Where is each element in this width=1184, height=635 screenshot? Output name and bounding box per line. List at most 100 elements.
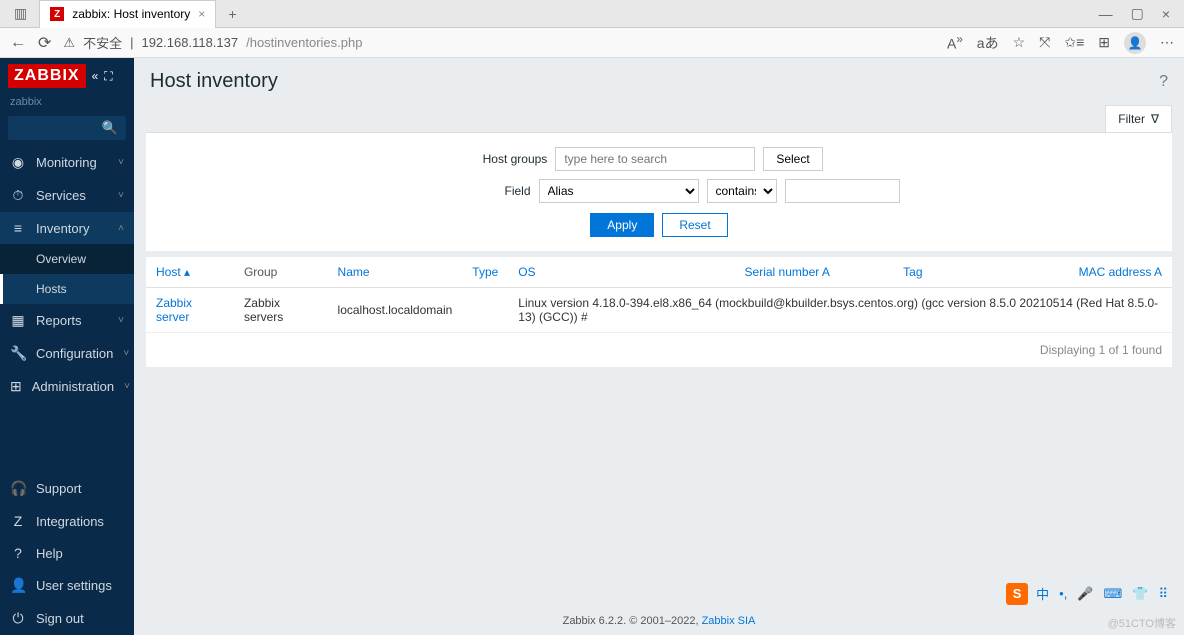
- sidebar-subitem-overview[interactable]: Overview: [0, 244, 134, 274]
- sidebar-item-label: Configuration: [36, 346, 113, 361]
- breadcrumb[interactable]: zabbix: [0, 94, 134, 110]
- filter-toggle[interactable]: Filter ∇: [1105, 105, 1172, 132]
- sidebar-item-label: Inventory: [36, 221, 89, 236]
- apply-button[interactable]: Apply: [590, 213, 654, 237]
- more-icon[interactable]: ⋯: [1160, 34, 1174, 51]
- footer-link[interactable]: Zabbix SIA: [702, 615, 756, 627]
- url-field[interactable]: ⚠ 不安全 | 192.168.118.137/hostinventories.…: [63, 33, 935, 52]
- wrench-icon: 🔧: [10, 345, 26, 362]
- text-size-icon[interactable]: A»: [947, 33, 963, 52]
- cell-group: Zabbix servers: [234, 288, 328, 333]
- col-host[interactable]: Host ▴: [146, 257, 234, 288]
- browser-address-bar: ← ⟳ ⚠ 不安全 | 192.168.118.137/hostinventor…: [0, 28, 1184, 58]
- window-minimize-icon[interactable]: —: [1093, 4, 1119, 24]
- sidebar: ZABBIX « ⛶ zabbix 🔍 ◉ Monitoring ˅ ⏱ Ser…: [0, 58, 134, 635]
- new-tab-icon[interactable]: +: [222, 4, 242, 24]
- ime-toolbar[interactable]: S 中 •, 🎤 ⌨ 👕 ⠿: [1006, 582, 1170, 605]
- favicon-icon: Z: [50, 7, 64, 21]
- ime-punct-icon[interactable]: •,: [1057, 584, 1069, 603]
- cell-os: Linux version 4.18.0-394.el8.x86_64 (moc…: [508, 288, 1172, 333]
- sidebar-item-label: Administration: [32, 379, 114, 394]
- sogou-icon[interactable]: S: [1006, 583, 1028, 605]
- sidebar-item-support[interactable]: 🎧 Support: [0, 472, 134, 505]
- translate-icon[interactable]: aあ: [977, 33, 999, 53]
- ime-tools-icon[interactable]: ⠿: [1156, 584, 1170, 604]
- col-type[interactable]: Type: [462, 257, 508, 288]
- ime-keyboard-icon[interactable]: ⌨: [1102, 584, 1125, 604]
- favorite-icon[interactable]: ☆: [1013, 34, 1026, 51]
- window-maximize-icon[interactable]: ▢: [1125, 3, 1150, 24]
- host-groups-input[interactable]: [555, 147, 755, 171]
- chart-icon: ▦: [10, 312, 26, 329]
- col-tag[interactable]: Tag: [840, 257, 933, 288]
- profile-avatar-icon[interactable]: 👤: [1124, 32, 1146, 54]
- sidebar-item-configuration[interactable]: 🔧 Configuration ˅: [0, 337, 134, 370]
- cell-host[interactable]: Zabbix server: [146, 288, 234, 333]
- field-select[interactable]: Alias: [539, 179, 699, 203]
- page-title: Host inventory: [150, 70, 278, 93]
- tab-list-icon[interactable]: ▥: [8, 3, 33, 24]
- collapse-sidebar-icon[interactable]: «: [92, 69, 99, 84]
- sidebar-item-inventory[interactable]: ≡ Inventory ˄: [0, 212, 134, 244]
- col-mac[interactable]: MAC address A: [933, 257, 1172, 288]
- footer-text: Zabbix 6.2.2. © 2001–2022,: [563, 615, 702, 627]
- ime-lang-icon[interactable]: 中: [1034, 582, 1051, 605]
- select-button[interactable]: Select: [763, 147, 822, 171]
- col-group: Group: [234, 257, 328, 288]
- stopwatch-icon: ⏱: [10, 187, 26, 204]
- gear-icon: ⊞: [10, 378, 22, 395]
- sidebar-item-monitoring[interactable]: ◉ Monitoring ˅: [0, 146, 134, 179]
- user-icon: 👤: [10, 577, 26, 594]
- sidebar-item-label: Monitoring: [36, 155, 97, 170]
- table-row[interactable]: Zabbix server Zabbix servers localhost.l…: [146, 288, 1172, 333]
- browser-tab-bar: ▥ Z zabbix: Host inventory × + — ▢ ×: [0, 0, 1184, 28]
- question-icon: ?: [10, 545, 26, 561]
- filter-icon: ∇: [1151, 112, 1159, 126]
- sidebar-item-help[interactable]: ? Help: [0, 537, 134, 569]
- zabbix-logo[interactable]: ZABBIX: [8, 64, 86, 88]
- back-icon[interactable]: ←: [10, 34, 26, 52]
- power-icon: ⏻: [10, 610, 26, 627]
- sidebar-item-reports[interactable]: ▦ Reports ˅: [0, 304, 134, 337]
- collections-icon[interactable]: ⊞: [1098, 34, 1110, 51]
- z-icon: Z: [10, 513, 26, 529]
- sidebar-item-label: Services: [36, 188, 86, 203]
- operator-select[interactable]: contains: [707, 179, 777, 203]
- sidebar-item-integrations[interactable]: Z Integrations: [0, 505, 134, 537]
- search-input[interactable]: 🔍: [8, 116, 126, 140]
- list-icon: ≡: [10, 220, 26, 236]
- col-os[interactable]: OS: [508, 257, 596, 288]
- url-host: 192.168.118.137: [141, 35, 238, 50]
- sidebar-item-user-settings[interactable]: 👤 User settings: [0, 569, 134, 602]
- filter-panel: Host groups Select Field Alias contains …: [146, 132, 1172, 251]
- sidebar-item-signout[interactable]: ⏻ Sign out: [0, 602, 134, 635]
- chevron-down-icon: ˅: [124, 381, 130, 392]
- sidebar-item-label: Support: [36, 481, 82, 496]
- col-name[interactable]: Name: [328, 257, 463, 288]
- inventory-table: Host ▴ Group Name Type OS Serial number …: [146, 257, 1172, 367]
- value-input[interactable]: [785, 179, 900, 203]
- col-serial[interactable]: Serial number A: [596, 257, 840, 288]
- chevron-down-icon: ˅: [118, 190, 124, 201]
- tab-close-icon[interactable]: ×: [198, 7, 205, 21]
- tab-title: zabbix: Host inventory: [72, 7, 190, 21]
- extensions-icon[interactable]: ⤧: [1039, 34, 1050, 51]
- reset-button[interactable]: Reset: [662, 213, 727, 237]
- browser-tab[interactable]: Z zabbix: Host inventory ×: [39, 0, 216, 28]
- headset-icon: 🎧: [10, 480, 26, 497]
- sidebar-subitem-hosts[interactable]: Hosts: [0, 274, 134, 304]
- sidebar-item-services[interactable]: ⏱ Services ˅: [0, 179, 134, 212]
- refresh-icon[interactable]: ⟳: [38, 33, 51, 53]
- window-close-icon[interactable]: ×: [1156, 4, 1176, 24]
- ime-skin-icon[interactable]: 👕: [1130, 584, 1150, 604]
- footer: Zabbix 6.2.2. © 2001–2022, Zabbix SIA: [134, 607, 1184, 635]
- ime-voice-icon[interactable]: 🎤: [1075, 584, 1095, 604]
- help-icon[interactable]: ?: [1159, 73, 1168, 91]
- sidebar-item-administration[interactable]: ⊞ Administration ˅: [0, 370, 134, 403]
- sidebar-item-label: Help: [36, 546, 63, 561]
- sidebar-item-label: User settings: [36, 578, 112, 593]
- favorites-bar-icon[interactable]: ✩≡: [1064, 34, 1084, 51]
- chevron-down-icon: ˅: [123, 348, 129, 359]
- watermark: @51CTO博客: [1108, 615, 1176, 631]
- expand-icon[interactable]: ⛶: [104, 69, 112, 84]
